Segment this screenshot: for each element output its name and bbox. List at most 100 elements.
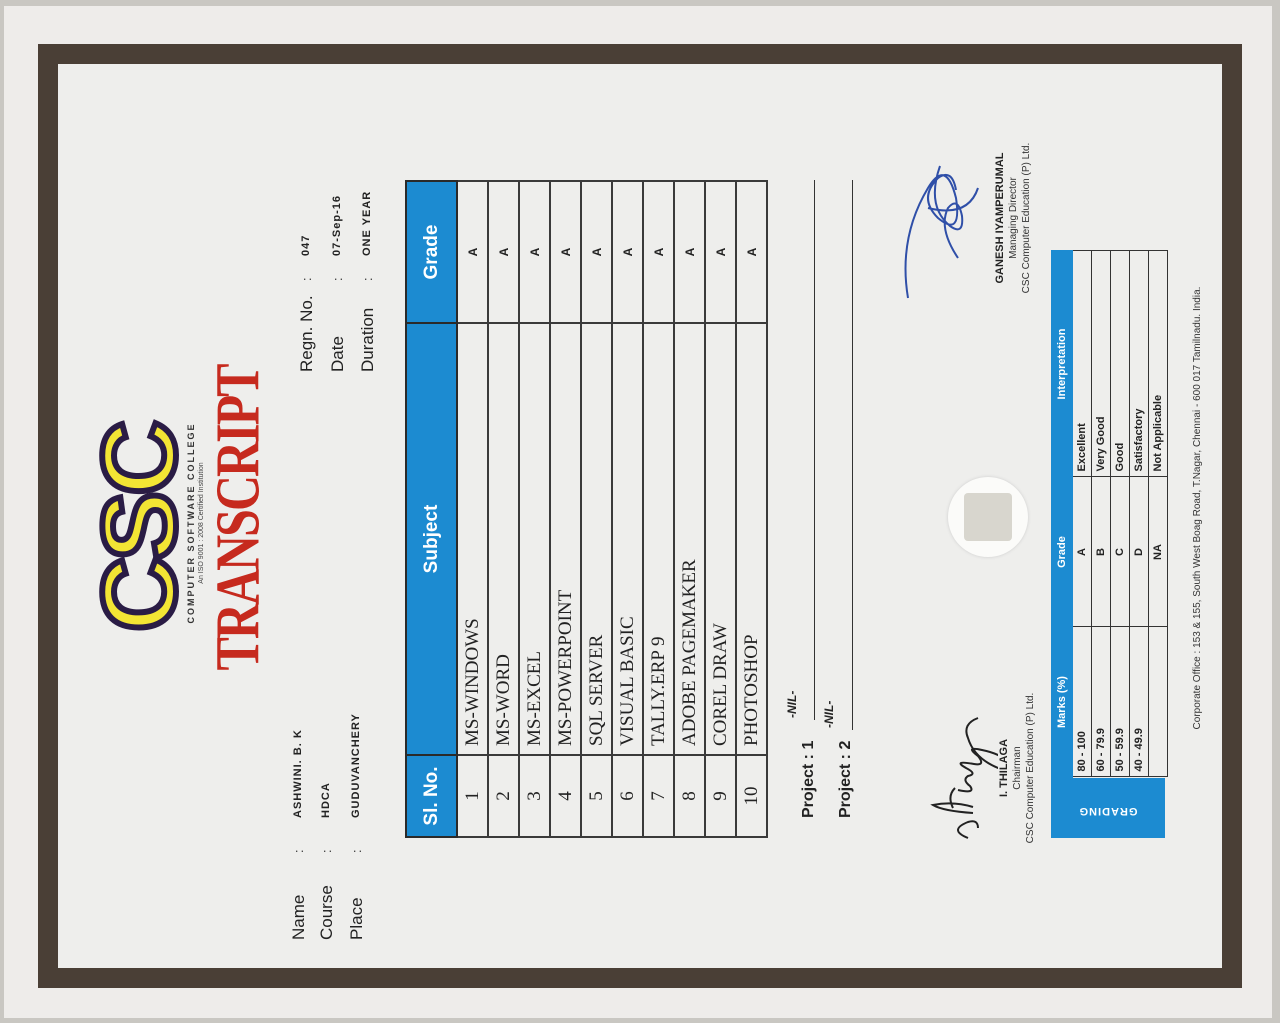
table-row: 1 MS-WINDOWS A: [457, 181, 488, 837]
subject-cell: MS-EXCEL: [519, 323, 550, 755]
place-label: Place: [347, 897, 366, 940]
date-value: 07-Sep-16: [331, 195, 343, 256]
regn-value: 047: [300, 234, 312, 256]
sl-no-cell: 10: [736, 755, 767, 837]
col-header-grade: Grade: [1052, 477, 1072, 627]
subject-cell: COREL DRAW: [705, 323, 736, 755]
subject-cell: PHOTOSHOP: [736, 323, 767, 755]
project-2-line: [852, 180, 853, 730]
grade-cell: A: [457, 181, 488, 323]
director-role: Managing Director: [1008, 177, 1019, 259]
sl-no-cell: 5: [581, 755, 612, 837]
sl-no-cell: 7: [643, 755, 674, 837]
grade-cell: D: [1129, 477, 1149, 627]
table-row: 7 TALLY.ERP 9A: [643, 181, 674, 837]
grade-cell: NA: [1148, 477, 1168, 627]
project-2-value: -NIL-: [822, 700, 836, 728]
course-colon: :: [319, 849, 334, 853]
chairman-org: CSC Computer Education (P) Ltd.: [1025, 692, 1036, 844]
grade-cell: A: [705, 181, 736, 323]
interpretation-cell: Good: [1110, 251, 1130, 477]
interpretation-cell: Excellent: [1072, 251, 1092, 477]
table-row: 6 VISUAL BASIC A: [612, 181, 643, 837]
grade-cell: A: [674, 181, 705, 323]
subjects-header-row: Sl. No. Subject Grade: [406, 181, 457, 837]
duration-value: ONE YEAR: [361, 190, 373, 256]
table-row: 8 ADOBE PAGEMAKER A: [674, 181, 705, 837]
regn-label: Regn. No.: [297, 295, 316, 372]
sl-no-cell: 6: [612, 755, 643, 837]
subject-cell: MS-WINDOWS: [457, 323, 488, 755]
marks-cell: [1148, 627, 1168, 777]
grade-cell: A: [550, 181, 581, 323]
marks-cell: 50 - 59.9: [1110, 627, 1130, 777]
logo-subtitle: COMPUTER SOFTWARE COLLEGE: [186, 422, 196, 624]
place-colon: :: [349, 849, 364, 853]
grade-cell: B: [1091, 477, 1111, 627]
table-row: 50 - 59.9 C Good: [1110, 251, 1130, 777]
regn-colon: :: [299, 277, 314, 281]
table-row: 80 - 100 A Excellent: [1072, 251, 1092, 777]
duration-label: Duration: [358, 307, 377, 372]
csc-logo: CSC: [79, 421, 201, 635]
director-signature-icon: [904, 165, 979, 299]
project-1-value: -NIL-: [785, 690, 799, 718]
name-label: Name: [289, 894, 308, 940]
project-1-label: Project : 1: [800, 740, 817, 818]
col-header-subject: Subject: [406, 323, 457, 755]
grade-cell: A: [519, 181, 550, 323]
grade-cell: A: [1072, 477, 1092, 627]
name-colon: :: [291, 849, 306, 853]
sl-no-cell: 8: [674, 755, 705, 837]
chairman-signature-icon: [930, 717, 998, 839]
sl-no-cell: 1: [457, 755, 488, 837]
grade-cell: A: [581, 181, 612, 323]
footer-address: Corporate Office : 153 & 155, South West…: [1192, 286, 1203, 730]
certificate-body: CSC COMPUTER SOFTWARE COLLEGE An ISO 900…: [58, 64, 1222, 968]
marks-cell: 40 - 49.9: [1129, 627, 1149, 777]
interpretation-cell: Not Applicable: [1148, 251, 1168, 477]
grading-header-row: Marks (%) Grade Interpretation: [1052, 251, 1072, 777]
name-value: ASHWINI. B. K: [292, 729, 304, 818]
grade-cell: C: [1110, 477, 1130, 627]
table-row: 40 - 49.9 D Satisfactory: [1129, 251, 1149, 777]
grade-cell: A: [612, 181, 643, 323]
marks-cell: 60 - 79.9: [1091, 627, 1111, 777]
table-row: 60 - 79.9 B Very Good: [1091, 251, 1111, 777]
table-row: NA Not Applicable: [1148, 251, 1168, 777]
subject-cell: SQL SERVER: [581, 323, 612, 755]
course-label: Course: [317, 885, 336, 940]
duration-colon: :: [360, 277, 375, 281]
subjects-table: Sl. No. Subject Grade 1 MS-WINDOWS A 2 MS-W…: [405, 180, 768, 838]
date-colon: :: [330, 277, 345, 281]
subject-cell: TALLY.ERP 9: [643, 323, 674, 755]
project-1-line: [814, 180, 815, 720]
table-row: 9 COREL DRAW A: [705, 181, 736, 837]
col-header-grade: Grade: [406, 181, 457, 323]
interpretation-cell: Very Good: [1091, 251, 1111, 477]
chairman-role: Chairman: [1012, 746, 1023, 790]
project-2-label: Project : 2: [837, 740, 854, 818]
director-org: CSC Computer Education (P) Ltd.: [1021, 142, 1032, 294]
table-row: 2 MS-WORD A: [488, 181, 519, 837]
interpretation-cell: Satisfactory: [1129, 251, 1149, 477]
subject-cell: VISUAL BASIC: [612, 323, 643, 755]
col-header-marks: Marks (%): [1052, 627, 1072, 777]
chairman-name: I. THILAGA: [998, 738, 1010, 798]
place-value: GUDUVANCHERY: [350, 713, 362, 818]
grade-cell: A: [643, 181, 674, 323]
course-value: HDCA: [320, 782, 332, 818]
marks-cell: 80 - 100: [1072, 627, 1092, 777]
seal-sticker: [964, 493, 1012, 541]
col-header-interpretation: Interpretation: [1052, 251, 1072, 477]
subject-cell: MS-WORD: [488, 323, 519, 755]
director-name: GANESH IYAMPERUMAL: [994, 152, 1006, 284]
grade-cell: A: [736, 181, 767, 323]
date-label: Date: [328, 336, 347, 372]
sl-no-cell: 4: [550, 755, 581, 837]
table-row: 5 SQL SERVER A: [581, 181, 612, 837]
table-row: 10 PHOTOSHOP A: [736, 181, 767, 837]
subject-cell: MS-POWERPOINT: [550, 323, 581, 755]
subject-cell: ADOBE PAGEMAKER: [674, 323, 705, 755]
table-row: 4 MS-POWERPOINT A: [550, 181, 581, 837]
